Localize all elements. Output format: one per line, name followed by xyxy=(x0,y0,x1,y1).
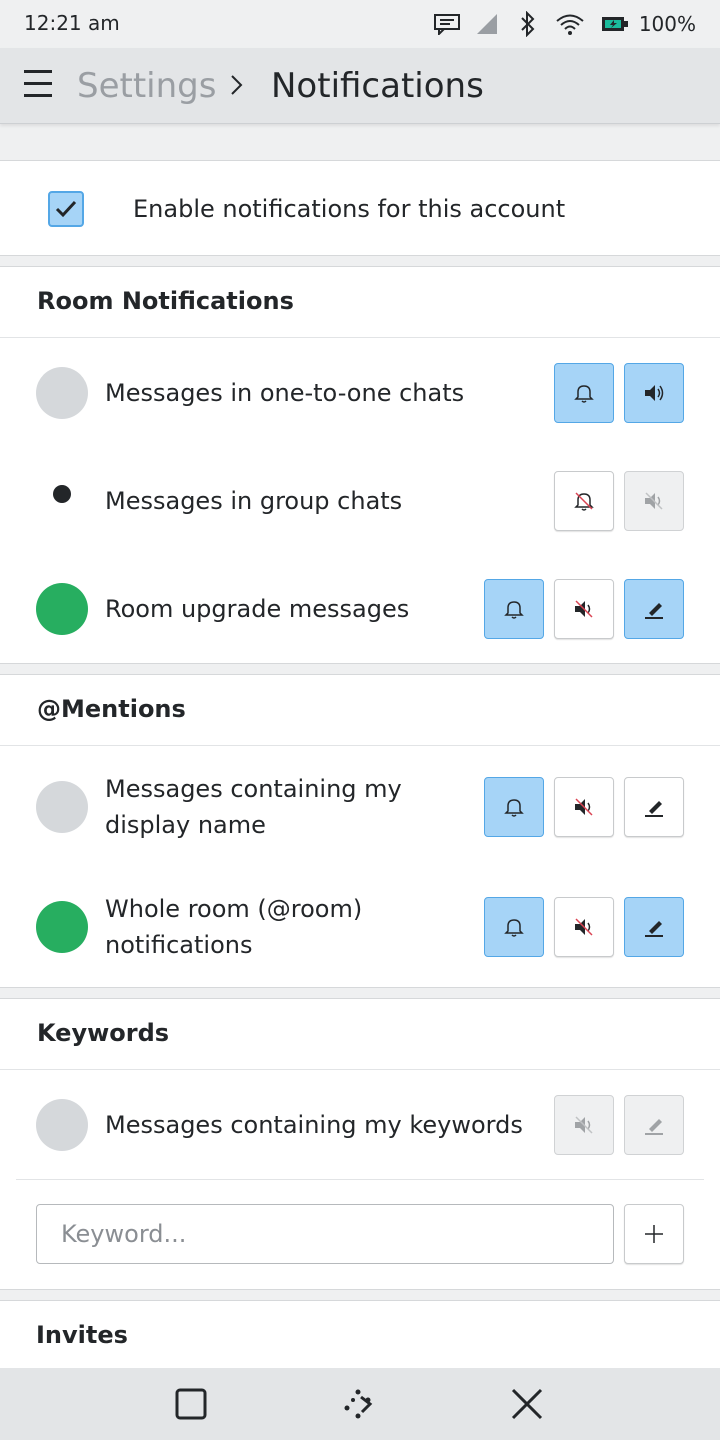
section-divider xyxy=(0,1069,720,1070)
highlight-toggle-button[interactable] xyxy=(624,897,684,957)
sound-toggle-button[interactable] xyxy=(554,579,614,639)
notify-toggle-button[interactable] xyxy=(554,471,614,531)
whole-room-label-line2: notifications xyxy=(105,931,253,959)
highlight-toggle-button[interactable] xyxy=(624,777,684,837)
status-icons: 100% xyxy=(433,10,696,38)
highlight-toggle-button[interactable] xyxy=(624,579,684,639)
rule-state-indicator xyxy=(53,485,71,503)
battery-level: 100% xyxy=(638,12,696,36)
sound-toggle-button[interactable] xyxy=(554,777,614,837)
keyword-input[interactable] xyxy=(36,1204,614,1264)
battery-icon xyxy=(601,10,629,38)
enable-notifications-card: Enable notifications for this account xyxy=(0,160,720,256)
wifi-icon xyxy=(555,10,585,38)
notify-toggle-button[interactable] xyxy=(484,897,544,957)
page-title: Notifications xyxy=(271,66,484,106)
group-chats-label: Messages in group chats xyxy=(105,487,403,515)
chevron-right-icon xyxy=(228,72,246,102)
one-to-one-label: Messages in one-to-one chats xyxy=(105,379,465,407)
highlighter-icon xyxy=(645,921,663,937)
section-divider xyxy=(0,337,720,338)
display-name-label-line2: display name xyxy=(105,811,266,839)
rule-state-indicator xyxy=(36,901,88,953)
highlight-toggle-button[interactable] xyxy=(624,1095,684,1155)
notification-icon xyxy=(433,10,461,38)
whole-room-label-line1: Whole room (@room) xyxy=(105,895,363,923)
section-divider xyxy=(16,1179,704,1180)
notify-toggle-button[interactable] xyxy=(484,777,544,837)
mentions-card: @Mentions Messages containing my display… xyxy=(0,674,720,988)
status-time: 12:21 am xyxy=(24,11,120,35)
sound-toggle-button[interactable] xyxy=(554,897,614,957)
room-notifications-card: Room Notifications Messages in one-to-on… xyxy=(0,266,720,664)
rule-state-indicator xyxy=(36,367,88,419)
enable-notifications-label: Enable notifications for this account xyxy=(133,195,566,223)
signal-icon xyxy=(475,10,499,38)
room-upgrade-label: Room upgrade messages xyxy=(105,595,410,623)
sound-toggle-button[interactable] xyxy=(554,1095,614,1155)
mentions-title: @Mentions xyxy=(37,695,186,723)
bell-off-icon xyxy=(574,492,594,511)
bell-icon xyxy=(504,919,524,937)
speaker-muted-icon xyxy=(575,1116,593,1134)
bluetooth-icon xyxy=(519,10,537,38)
sound-toggle-button[interactable] xyxy=(624,363,684,423)
highlighter-icon xyxy=(645,801,663,817)
display-name-label-line1: Messages containing my xyxy=(105,775,402,803)
hamburger-icon[interactable] xyxy=(24,70,52,100)
checkmark-icon xyxy=(55,200,77,218)
breadcrumb-settings[interactable]: Settings xyxy=(77,66,216,106)
app-header: Settings Notifications xyxy=(0,48,720,124)
highlighter-icon xyxy=(645,1119,663,1135)
bell-icon xyxy=(574,385,594,403)
keywords-rule-label: Messages containing my keywords xyxy=(105,1111,523,1139)
enable-notifications-checkbox[interactable] xyxy=(48,191,84,227)
invites-title: Invites xyxy=(36,1321,128,1349)
speaker-muted-icon xyxy=(645,492,663,510)
rule-state-indicator xyxy=(36,781,88,833)
highlighter-icon xyxy=(645,603,663,619)
status-bar: 12:21 am 100% xyxy=(0,0,720,48)
home-icon[interactable] xyxy=(340,1386,376,1422)
room-notifications-title: Room Notifications xyxy=(37,287,294,315)
overview-icon[interactable] xyxy=(173,1386,209,1422)
speaker-muted-icon xyxy=(575,918,593,936)
bell-icon xyxy=(504,799,524,817)
rule-state-indicator xyxy=(36,1099,88,1151)
add-keyword-button[interactable] xyxy=(624,1204,684,1264)
bell-icon xyxy=(504,601,524,619)
speaker-muted-icon xyxy=(575,600,593,618)
close-icon[interactable] xyxy=(509,1386,545,1422)
speaker-icon xyxy=(645,385,664,401)
keywords-title: Keywords xyxy=(37,1019,170,1047)
sound-toggle-button[interactable] xyxy=(624,471,684,531)
notify-toggle-button[interactable] xyxy=(554,363,614,423)
notify-toggle-button[interactable] xyxy=(484,579,544,639)
section-divider xyxy=(0,745,720,746)
navigation-bar xyxy=(0,1368,720,1440)
plus-icon xyxy=(645,1225,663,1243)
speaker-muted-icon xyxy=(575,798,593,816)
rule-state-indicator xyxy=(36,583,88,635)
